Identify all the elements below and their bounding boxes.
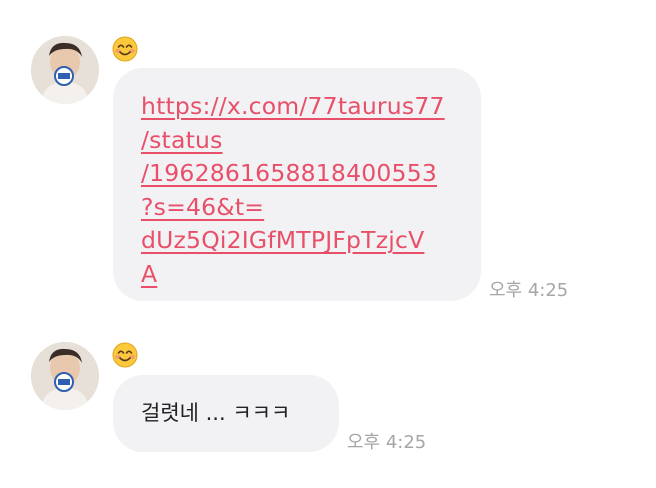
avatar[interactable] <box>31 342 99 410</box>
message-timestamp: 오후 4:25 <box>489 280 569 301</box>
message-bubble: 걸렷네 ... ㅋㅋㅋ <box>113 375 339 452</box>
message-bubble: https://x.com/77taurus77 /status /196286… <box>113 68 481 301</box>
message-text: 걸렷네 ... ㅋㅋㅋ <box>141 401 291 425</box>
message-timestamp: 오후 4:25 <box>347 432 427 453</box>
smile-emoji-icon <box>112 36 138 62</box>
smile-emoji-icon <box>112 342 138 368</box>
avatar-photo-icon <box>31 342 99 410</box>
avatar-photo-icon <box>31 36 99 104</box>
avatar[interactable] <box>31 36 99 104</box>
message-link[interactable]: https://x.com/77taurus77 /status /196286… <box>141 90 461 292</box>
